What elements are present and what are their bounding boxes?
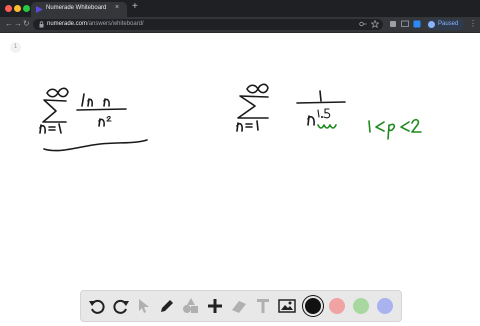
series-1-sum: [39, 87, 148, 152]
series-1-fraction-bar: [76, 108, 127, 111]
series-2-exponent: [317, 108, 331, 119]
color-swatch-green[interactable]: [353, 298, 369, 314]
add-icon[interactable]: [205, 296, 225, 316]
image-icon[interactable]: [277, 296, 297, 316]
whiteboard-toolbar: [80, 290, 402, 322]
redo-icon[interactable]: [111, 296, 131, 316]
series-1-sigma: [42, 99, 67, 123]
select-cursor-icon[interactable]: [134, 296, 154, 316]
series-1-infinity: [46, 87, 69, 98]
series-1-underline: [43, 139, 148, 152]
green-annotation: [317, 118, 422, 140]
eraser-icon[interactable]: [229, 296, 249, 316]
color-swatch-black[interactable]: [305, 298, 321, 314]
exponent-underline: [317, 124, 337, 129]
series-2-sum: [236, 83, 346, 132]
undo-icon[interactable]: [87, 296, 107, 316]
text-icon[interactable]: [253, 296, 273, 316]
shapes-icon[interactable]: [181, 296, 201, 316]
handwritten-math: [39, 83, 422, 152]
pen-icon[interactable]: [157, 296, 177, 316]
color-swatch-blue[interactable]: [377, 298, 393, 314]
series-1-numerator-l: [81, 93, 85, 107]
color-swatch-red[interactable]: [329, 298, 345, 314]
